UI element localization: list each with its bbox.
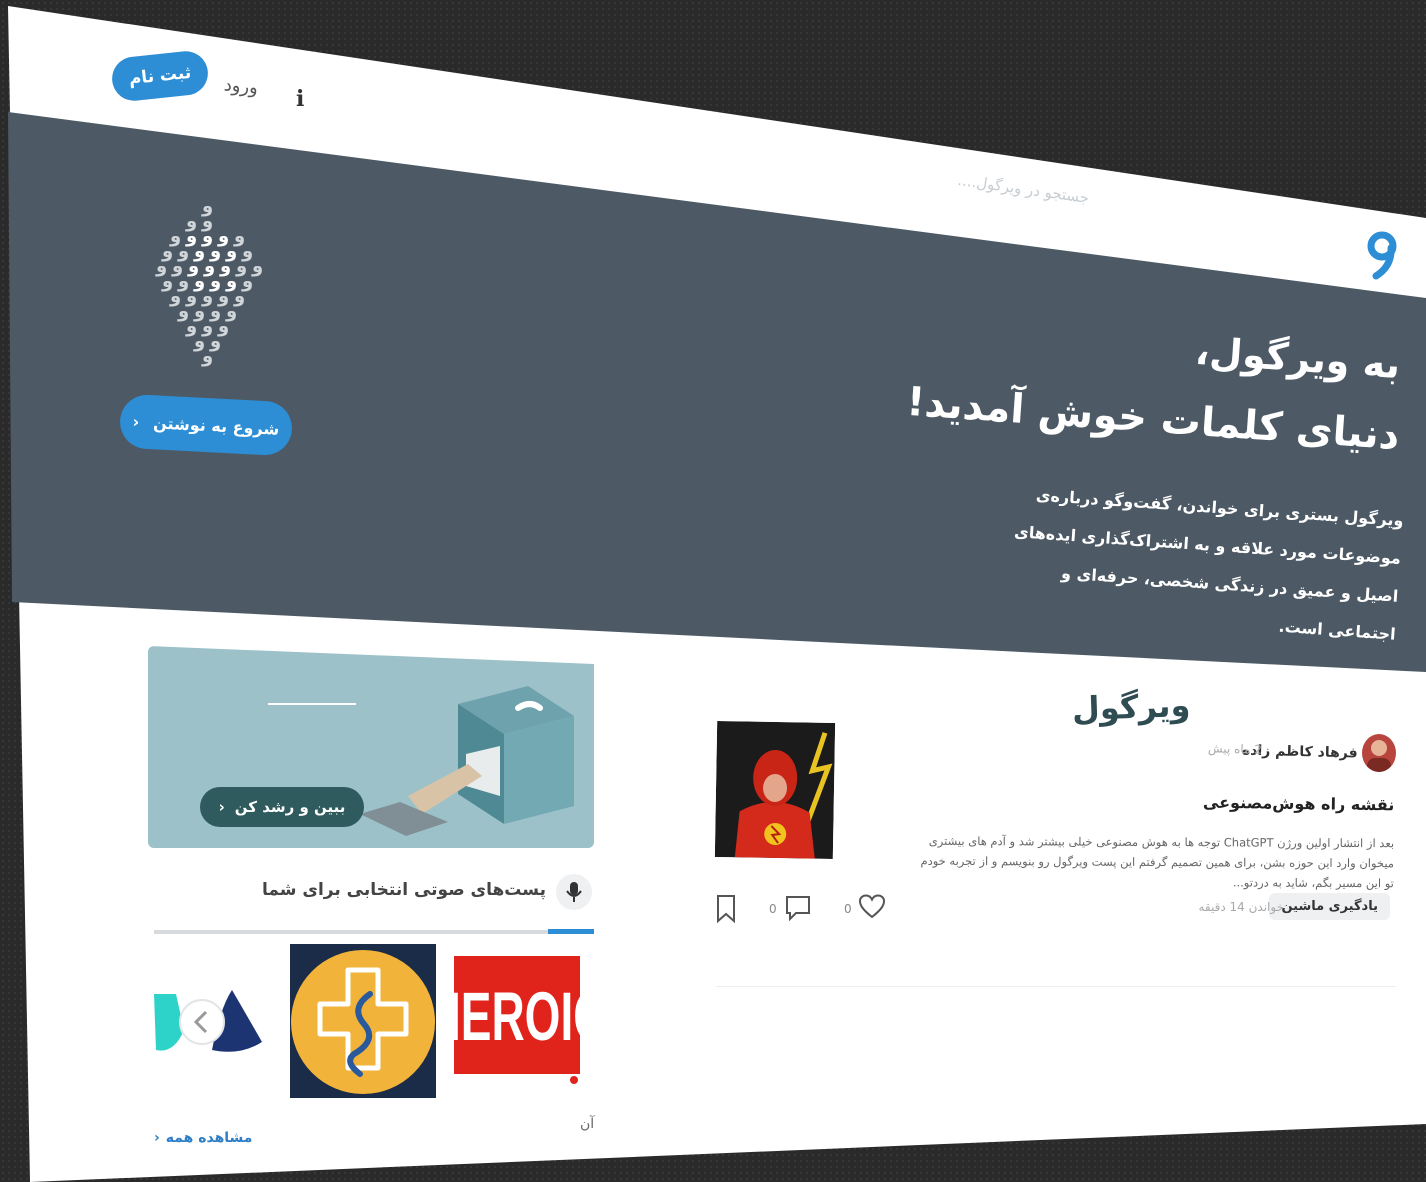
login-link[interactable]: ورود [223,74,259,98]
comment-count: 0 [769,902,777,916]
view-all-label: مشاهده همه [165,1130,253,1146]
view-all-link[interactable]: مشاهده همه ‹ [154,1130,252,1146]
banner-cta-button[interactable]: ببین و رشد کن ‹ [200,787,364,827]
bookmark-icon[interactable] [714,894,738,924]
read-time: خواندن 14 دقیقه [1198,900,1284,914]
audio-thumb-heroic[interactable]: HEROIC [428,950,606,1084]
chevron-left-icon: ‹ [154,1130,160,1146]
microphone-icon [556,874,592,910]
info-icon[interactable]: i [296,86,304,112]
post-excerpt[interactable]: بعد از انتشار اولین ورژن ChatGPT توجه ها… [914,831,1394,894]
hero-description: ویرگول بستری برای خواندن، گفت‌وگو درباره… [1013,485,1405,644]
chevron-left-icon: ‹ [132,411,140,431]
post-divider [716,986,1396,987]
start-writing-button[interactable]: شروع به نوشتن ‹ [118,393,294,457]
start-writing-label: شروع به نوشتن [152,412,280,439]
audio-thumb-caption: آن [580,1116,595,1132]
heroic-logo-text: HEROIC [452,979,584,1055]
post-title[interactable]: نقشه راه هوش‌مصنوعی [1203,793,1395,815]
virgool-pattern-logo-icon: وو وو و و و وو و و و و وو و و و و و وو و و و و وو و و و وو و و وو و وو… [155,196,263,367]
author-avatar[interactable] [1362,734,1396,772]
post-time: 2 ماه پیش [1207,741,1263,757]
audio-section-title: پست‌های صوتی انتخابی برای شما [261,880,546,900]
carousel-progress-track [154,930,594,934]
chevron-left-icon: ‹ [218,798,225,816]
audio-thumb-medical[interactable] [290,944,436,1098]
heart-icon[interactable] [858,894,886,920]
post-tag[interactable]: یادگیری ماشین [1269,893,1390,920]
post-thumbnail[interactable] [714,720,836,860]
banner-cta-label: ببین و رشد کن [234,798,346,816]
like-count: 0 [844,902,852,916]
audio-thumb-brand[interactable] [150,960,268,1064]
comment-icon[interactable] [784,894,812,922]
logo-glyph: و [201,346,213,367]
carousel-progress-fill [548,929,594,934]
virgool-logo-icon[interactable] [1362,228,1402,280]
